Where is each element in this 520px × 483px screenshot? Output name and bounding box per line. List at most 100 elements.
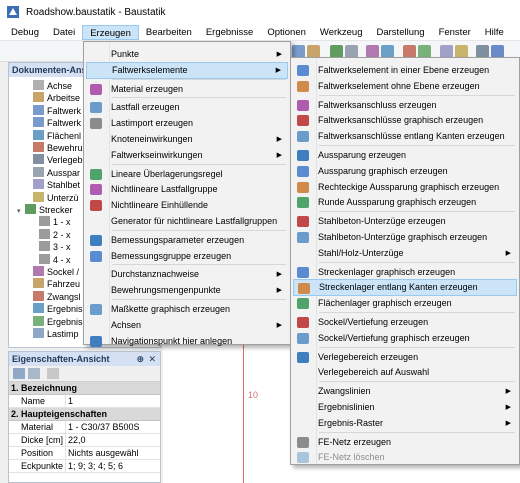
tree-item-label: Ergebnis <box>47 316 83 327</box>
submenu-arrow-icon: ▶ <box>276 271 282 279</box>
property-value[interactable]: 22,0 <box>66 434 160 446</box>
property-row[interactable]: Position Nichts ausgewähl <box>9 447 160 460</box>
property-section-header[interactable]: 1. Bezeichnung <box>9 382 160 395</box>
menu-item-achsen[interactable]: Achsen ▶ <box>86 317 288 334</box>
tree-item-label: Ausspar <box>47 167 81 178</box>
menu-ergebnisse[interactable]: Ergebnisse <box>199 25 261 40</box>
expander-icon[interactable]: ▾ <box>17 205 25 219</box>
menu-fenster[interactable]: Fenster <box>432 25 478 40</box>
menu-item-ergebnislinien[interactable]: Ergebnislinien ▶ <box>293 399 517 416</box>
menu-darstellung[interactable]: Darstellung <box>370 25 432 40</box>
menu-item-stahlbeton-unterzuge-graphisch-erzeugen[interactable]: Stahlbeton-Unterzüge graphisch erzeugen <box>293 229 517 246</box>
property-value[interactable]: 1; 9; 3; 4; 5; 6 <box>66 460 160 472</box>
menu-item-material-erzeugen[interactable]: Material erzeugen <box>86 81 288 98</box>
menu-item-aussparung-graphisch-erzeugen[interactable]: Aussparung graphisch erzeugen <box>293 163 517 180</box>
menu-item-ma-kette-graphisch-erzeugen[interactable]: Maßkette graphisch erzeugen <box>86 301 288 318</box>
menu-item-stahlbeton-unterzuge-erzeugen[interactable]: Stahlbeton-Unterzüge erzeugen <box>293 213 517 230</box>
menu-item-nichtlineare-lastfallgruppe[interactable]: Nichtlineare Lastfallgruppe <box>86 181 288 198</box>
menu-item-faltwerksanschlusse-graphisch-erzeugen[interactable]: Faltwerksanschlüsse graphisch erzeugen <box>293 112 517 129</box>
menu-item-label: Faltwerkselemente <box>112 64 188 75</box>
tree-node-icon <box>39 216 50 227</box>
property-row[interactable]: Eckpunkte 1; 9; 3; 4; 5; 6 <box>9 460 160 473</box>
menu-item-durchstanznachweise[interactable]: Durchstanznachweise ▶ <box>86 266 288 283</box>
menu-item-lineare-uberlagerungsregel[interactable]: Lineare Überlagerungsregel <box>86 166 288 183</box>
property-value[interactable]: 1 <box>66 395 160 407</box>
property-value[interactable]: 1 - C30/37 B500S <box>66 421 160 433</box>
menu-debug[interactable]: Debug <box>4 25 46 40</box>
property-row[interactable]: Name 1 <box>9 395 160 408</box>
menu-item-label: Ergebnis-Raster <box>318 417 384 428</box>
menu-item-faltwerkselemente[interactable]: Faltwerkselemente ▶ <box>86 61 288 79</box>
menu-item-verlegebereich-erzeugen[interactable]: Verlegebereich erzeugen <box>293 349 517 366</box>
properties-panel-title: Eigenschaften-Ansicht <box>12 354 110 364</box>
menu-item-streckenlager-entlang-kanten-erzeugen[interactable]: Streckenlager entlang Kanten erzeugen <box>293 279 517 297</box>
menu-item-lastimport-erzeugen[interactable]: Lastimport erzeugen <box>86 115 288 132</box>
menu-item-bemessungsparameter-erzeugen[interactable]: Bemessungsparameter erzeugen <box>86 232 288 249</box>
menu-item-flachenlager-graphisch-erzeugen[interactable]: Flächenlager graphisch erzeugen <box>293 295 517 312</box>
menu-optionen[interactable]: Optionen <box>260 25 313 40</box>
menu-item-stahl-holz-unterzuge[interactable]: Stahl/Holz-Unterzüge ▶ <box>293 245 517 262</box>
line-support-edges-icon <box>298 283 310 295</box>
menu-item-faltwerksanschluss-erzeugen[interactable]: Faltwerksanschluss erzeugen <box>293 97 517 114</box>
menu-item-punkte[interactable]: Punkte ▶ <box>86 46 288 63</box>
tree-item-label: Strecker <box>39 205 73 215</box>
tree-node-icon <box>33 278 44 289</box>
property-row[interactable]: Dicke [cm] 22,0 <box>9 434 160 447</box>
menu-item-lastfall-erzeugen[interactable]: Lastfall erzeugen <box>86 99 288 116</box>
menu-item-label: Lastfall erzeugen <box>111 102 180 113</box>
categorized-icon[interactable] <box>13 368 25 379</box>
tree-node-icon <box>33 328 44 338</box>
property-key: Material <box>9 421 66 433</box>
close-icon[interactable]: ✕ <box>148 352 156 366</box>
submenu-arrow-icon: ▶ <box>505 388 511 396</box>
tree-item-label: Lastimp <box>47 329 79 339</box>
tree-item[interactable]: Lastimp <box>25 327 79 341</box>
tree-node-icon <box>39 228 50 239</box>
menu-item-faltwerkselement-in-einer-ebene-erzeugen[interactable]: Faltwerkselement in einer Ebene erzeugen <box>293 62 517 79</box>
menu-item-nichtlineare-einhullende[interactable]: Nichtlineare Einhüllende <box>86 197 288 214</box>
alphabetical-icon[interactable] <box>28 368 40 379</box>
envelope-icon <box>90 200 102 212</box>
menu-item-runde-aussparung-graphisch-erzeugen[interactable]: Runde Aussparung graphisch erzeugen <box>293 194 517 211</box>
menu-item-faltwerkselement-ohne-ebene-erzeugen[interactable]: Faltwerkselement ohne Ebene erzeugen <box>293 78 517 95</box>
property-pages-icon[interactable] <box>47 368 59 379</box>
menu-separator <box>112 229 286 231</box>
menu-item-zwangslinien[interactable]: Zwangslinien ▶ <box>293 383 517 400</box>
menu-item-label: FE-Netz erzeugen <box>318 436 392 447</box>
tree-node-icon <box>33 92 44 103</box>
menu-item-sockel-vertiefung-graphisch-erzeugen[interactable]: Sockel/Vertiefung graphisch erzeugen <box>293 330 517 347</box>
property-value[interactable]: Nichts ausgewähl <box>66 447 160 459</box>
menu-item-navigationspunkt-hier-anlegen[interactable]: Navigationspunkt hier anlegen <box>86 333 288 350</box>
menu-item-streckenlager-graphisch-erzeugen[interactable]: Streckenlager graphisch erzeugen <box>293 264 517 281</box>
menu-separator <box>112 78 286 80</box>
menu-item-faltwerkseinwirkungen[interactable]: Faltwerkseinwirkungen ▶ <box>86 147 288 164</box>
menu-item-generator-fur-nichtlineare-lastfallgruppen[interactable]: Generator für nichtlineare Lastfallgrupp… <box>86 213 288 230</box>
property-row[interactable]: Material 1 - C30/37 B500S <box>9 421 160 434</box>
tree-node-icon <box>33 290 44 301</box>
menu-item-verlegebereich-auf-auswahl[interactable]: Verlegebereich auf Auswahl <box>293 364 517 381</box>
menu-item-label: Maßkette graphisch erzeugen <box>111 304 231 314</box>
menu-datei[interactable]: Datei <box>46 25 82 40</box>
menu-item-faltwerksanschlusse-entlang-kanten-erzeugen[interactable]: Faltwerksanschlüsse entlang Kanten erzeu… <box>293 128 517 145</box>
menu-item-aussparung-erzeugen[interactable]: Aussparung erzeugen <box>293 147 517 164</box>
menu-item-bewehrungsmengenpunkte[interactable]: Bewehrungsmengenpunkte ▶ <box>86 282 288 299</box>
menu-erzeugen[interactable]: Erzeugen <box>82 24 139 40</box>
menu-item-bemessungsgruppe-erzeugen[interactable]: Bemessungsgruppe erzeugen <box>86 248 288 265</box>
tree-item-label: Stahlbet <box>47 180 81 191</box>
menu-werkzeug[interactable]: Werkzeug <box>313 25 370 40</box>
menu-item-sockel-vertiefung-erzeugen[interactable]: Sockel/Vertiefung erzeugen <box>293 314 517 331</box>
pin-icon[interactable]: ⊕ <box>136 352 144 366</box>
tree-item-label: Achse <box>47 81 73 91</box>
submenu-arrow-icon: ▶ <box>505 404 511 411</box>
property-section-header[interactable]: 2. Haupteigenschaften <box>9 408 160 421</box>
menu-item-knoteneinwirkungen[interactable]: Knoteneinwirkungen ▶ <box>86 131 288 148</box>
submenu-arrow-icon: ▶ <box>276 51 282 58</box>
menu-item-ergebnis-raster[interactable]: Ergebnis-Raster ▶ <box>293 415 517 432</box>
menu-item-fe-netz-erzeugen[interactable]: FE-Netz erzeugen <box>293 434 517 451</box>
menu-item-rechteckige-aussparung-graphisch-erzeugen[interactable]: Rechteckige Aussparung graphisch erzeuge… <box>293 179 517 196</box>
menu-item-label: Bemessungsgruppe erzeugen <box>111 250 232 261</box>
nonlinear-group-icon <box>90 184 102 196</box>
menu-hilfe[interactable]: Hilfe <box>478 25 511 40</box>
menu-bearbeiten[interactable]: Bearbeiten <box>139 25 199 40</box>
menu-separator <box>112 299 286 300</box>
